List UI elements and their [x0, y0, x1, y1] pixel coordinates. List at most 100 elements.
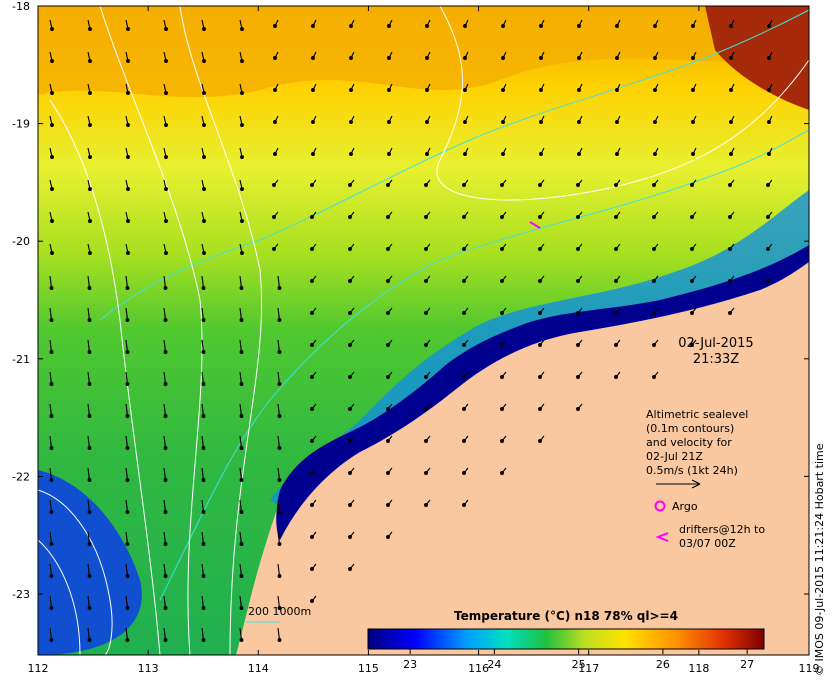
- drifters-line-1: drifters@12h to: [679, 523, 765, 536]
- velocity-arrow-head: [576, 407, 580, 411]
- velocity-arrow-head: [163, 606, 168, 610]
- y-tick-label: -20: [12, 235, 30, 248]
- velocity-arrow-head: [277, 574, 282, 578]
- velocity-arrow-head: [87, 286, 92, 290]
- velocity-arrow-head: [538, 439, 542, 443]
- velocity-arrow-head: [164, 219, 168, 223]
- velocity-arrow-head: [87, 606, 92, 610]
- velocity-arrow-head: [239, 414, 244, 418]
- velocity-arrow-head: [614, 343, 618, 347]
- velocity-arrow-head: [652, 279, 656, 283]
- velocity-arrow-head: [576, 247, 580, 251]
- velocity-arrow-head: [615, 120, 619, 124]
- velocity-arrow-head: [348, 471, 352, 475]
- velocity-arrow-head: [614, 183, 618, 187]
- velocity-arrow-head: [500, 183, 504, 187]
- velocity-arrow-head: [615, 152, 619, 156]
- velocity-arrow-head: [201, 350, 206, 354]
- velocity-arrow-head: [386, 311, 390, 315]
- velocity-arrow-head: [88, 59, 92, 63]
- velocity-arrow-head: [87, 446, 92, 450]
- x-tick-label: 114: [248, 662, 269, 675]
- drifters-line-2: 03/07 00Z: [679, 537, 736, 550]
- velocity-arrow-head: [311, 120, 315, 124]
- y-tick-label: -23: [12, 588, 30, 601]
- x-tick-label: 113: [138, 662, 159, 675]
- velocity-arrow-head: [386, 535, 390, 539]
- velocity-arrow-head: [577, 88, 581, 92]
- velocity-arrow-head: [88, 155, 92, 159]
- velocity-arrow-head: [691, 88, 695, 92]
- velocity-arrow-head: [163, 382, 168, 386]
- velocity-arrow-head: [273, 56, 277, 60]
- velocity-arrow-head: [500, 215, 504, 219]
- velocity-arrow-head: [348, 503, 352, 507]
- velocity-arrow-head: [463, 56, 467, 60]
- velocity-arrow-head: [386, 247, 390, 251]
- velocity-arrow-head: [386, 503, 390, 507]
- velocity-arrow-head: [163, 350, 168, 354]
- velocity-arrow-head: [387, 152, 391, 156]
- velocity-arrow-head: [767, 120, 771, 124]
- velocity-arrow-head: [163, 414, 168, 418]
- velocity-arrow-head: [202, 219, 206, 223]
- velocity-arrow-head: [728, 183, 732, 187]
- velocity-arrow-head: [164, 155, 168, 159]
- velocity-arrow-head: [310, 343, 314, 347]
- velocity-arrow-head: [163, 478, 168, 482]
- velocity-arrow-head: [462, 407, 466, 411]
- velocity-arrow-head: [239, 606, 244, 610]
- velocity-arrow-head: [729, 56, 733, 60]
- velocity-arrow-head: [201, 382, 206, 386]
- velocity-arrow-head: [538, 215, 542, 219]
- velocity-arrow-head: [615, 56, 619, 60]
- velocity-arrow-head: [277, 318, 282, 322]
- velocity-arrow-head: [500, 439, 504, 443]
- velocity-arrow-head: [239, 478, 244, 482]
- x-tick-label: 116: [468, 662, 489, 675]
- velocity-arrow-head: [538, 343, 542, 347]
- velocity-arrow-head: [425, 88, 429, 92]
- velocity-arrow-head: [50, 59, 54, 63]
- velocity-arrow-head: [202, 155, 206, 159]
- velocity-arrow-head: [386, 375, 390, 379]
- velocity-arrow-head: [767, 24, 771, 28]
- velocity-arrow-head: [386, 183, 390, 187]
- velocity-arrow-head: [576, 375, 580, 379]
- velocity-arrow-head: [87, 350, 92, 354]
- velocity-arrow-head: [501, 88, 505, 92]
- y-tick-label: -19: [12, 118, 30, 131]
- x-tick-label: 112: [28, 662, 49, 675]
- velocity-arrow-head: [425, 56, 429, 60]
- velocity-arrow-head: [425, 120, 429, 124]
- velocity-arrow-head: [615, 88, 619, 92]
- velocity-arrow-head: [501, 152, 505, 156]
- velocity-arrow-head: [126, 59, 130, 63]
- map-plot-area: [38, 6, 809, 655]
- velocity-arrow-head: [348, 215, 352, 219]
- time-label: 21:33Z: [693, 352, 739, 367]
- velocity-arrow-head: [273, 152, 277, 156]
- velocity-arrow-head: [240, 123, 244, 127]
- velocity-arrow-head: [614, 375, 618, 379]
- velocity-arrow-head: [164, 91, 168, 95]
- velocity-arrow-head: [691, 24, 695, 28]
- velocity-arrow-head: [277, 542, 282, 546]
- velocity-arrow-head: [201, 606, 206, 610]
- velocity-arrow-head: [202, 91, 206, 95]
- velocity-arrow-head: [539, 120, 543, 124]
- velocity-arrow-head: [240, 187, 244, 191]
- y-tick-label: -21: [12, 353, 30, 366]
- velocity-arrow-head: [239, 638, 244, 642]
- velocity-arrow-head: [277, 286, 282, 290]
- velocity-arrow-head: [277, 382, 282, 386]
- velocity-arrow-head: [501, 24, 505, 28]
- velocity-arrow-head: [310, 375, 314, 379]
- velocity-arrow-head: [463, 88, 467, 92]
- velocity-arrow-head: [126, 123, 130, 127]
- velocity-arrow-head: [277, 446, 282, 450]
- velocity-arrow-head: [614, 279, 618, 283]
- velocity-arrow-head: [462, 343, 466, 347]
- velocity-arrow-head: [425, 152, 429, 156]
- velocity-arrow-head: [49, 638, 54, 642]
